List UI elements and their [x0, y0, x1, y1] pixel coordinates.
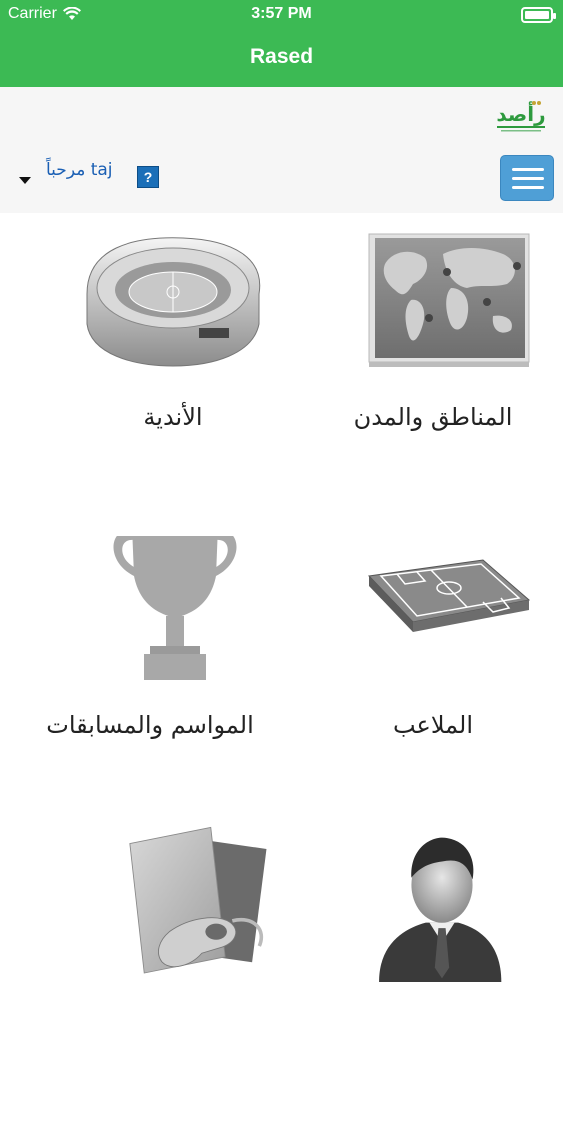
hamburger-menu-button[interactable]: [500, 155, 554, 201]
menu-item-label: الأندية: [143, 403, 203, 431]
header: رأصد ? مرحباً taj: [0, 87, 563, 213]
battery-icon: [521, 7, 556, 23]
greeting-label[interactable]: مرحباً taj: [46, 160, 113, 180]
help-icon[interactable]: ?: [137, 166, 159, 188]
nav-bar: Rased: [0, 30, 563, 87]
stadium-icon: [86, 237, 261, 367]
menu-item-label: الملاعب: [392, 711, 474, 739]
cards-whistle-icon: [129, 826, 267, 974]
menu-item-stadiums[interactable]: الملاعب: [303, 536, 563, 836]
menu-item-seasons[interactable]: المواسم والمسابقات: [20, 536, 280, 836]
football-field-icon: [367, 559, 531, 632]
menu-item-clubs[interactable]: الأندية: [43, 228, 303, 528]
status-bar: Carrier 3:57 PM: [0, 0, 563, 30]
world-map-icon: [368, 233, 530, 367]
menu-item-regions[interactable]: المناطق والمدن: [303, 228, 563, 528]
menu-item-referees[interactable]: [43, 822, 303, 1122]
menu-item-persons[interactable]: [303, 822, 563, 1122]
menu-item-label: المناطق والمدن: [353, 403, 513, 431]
page-title: Rased: [249, 45, 314, 68]
rased-logo: رأصد: [496, 100, 546, 132]
menu-item-label: المواسم والمسابقات: [46, 711, 254, 739]
businessman-icon: [379, 837, 502, 982]
trophy-icon: [113, 536, 237, 680]
clock: 3:57 PM: [251, 5, 312, 22]
dropdown-arrow-icon[interactable]: [19, 177, 31, 184]
